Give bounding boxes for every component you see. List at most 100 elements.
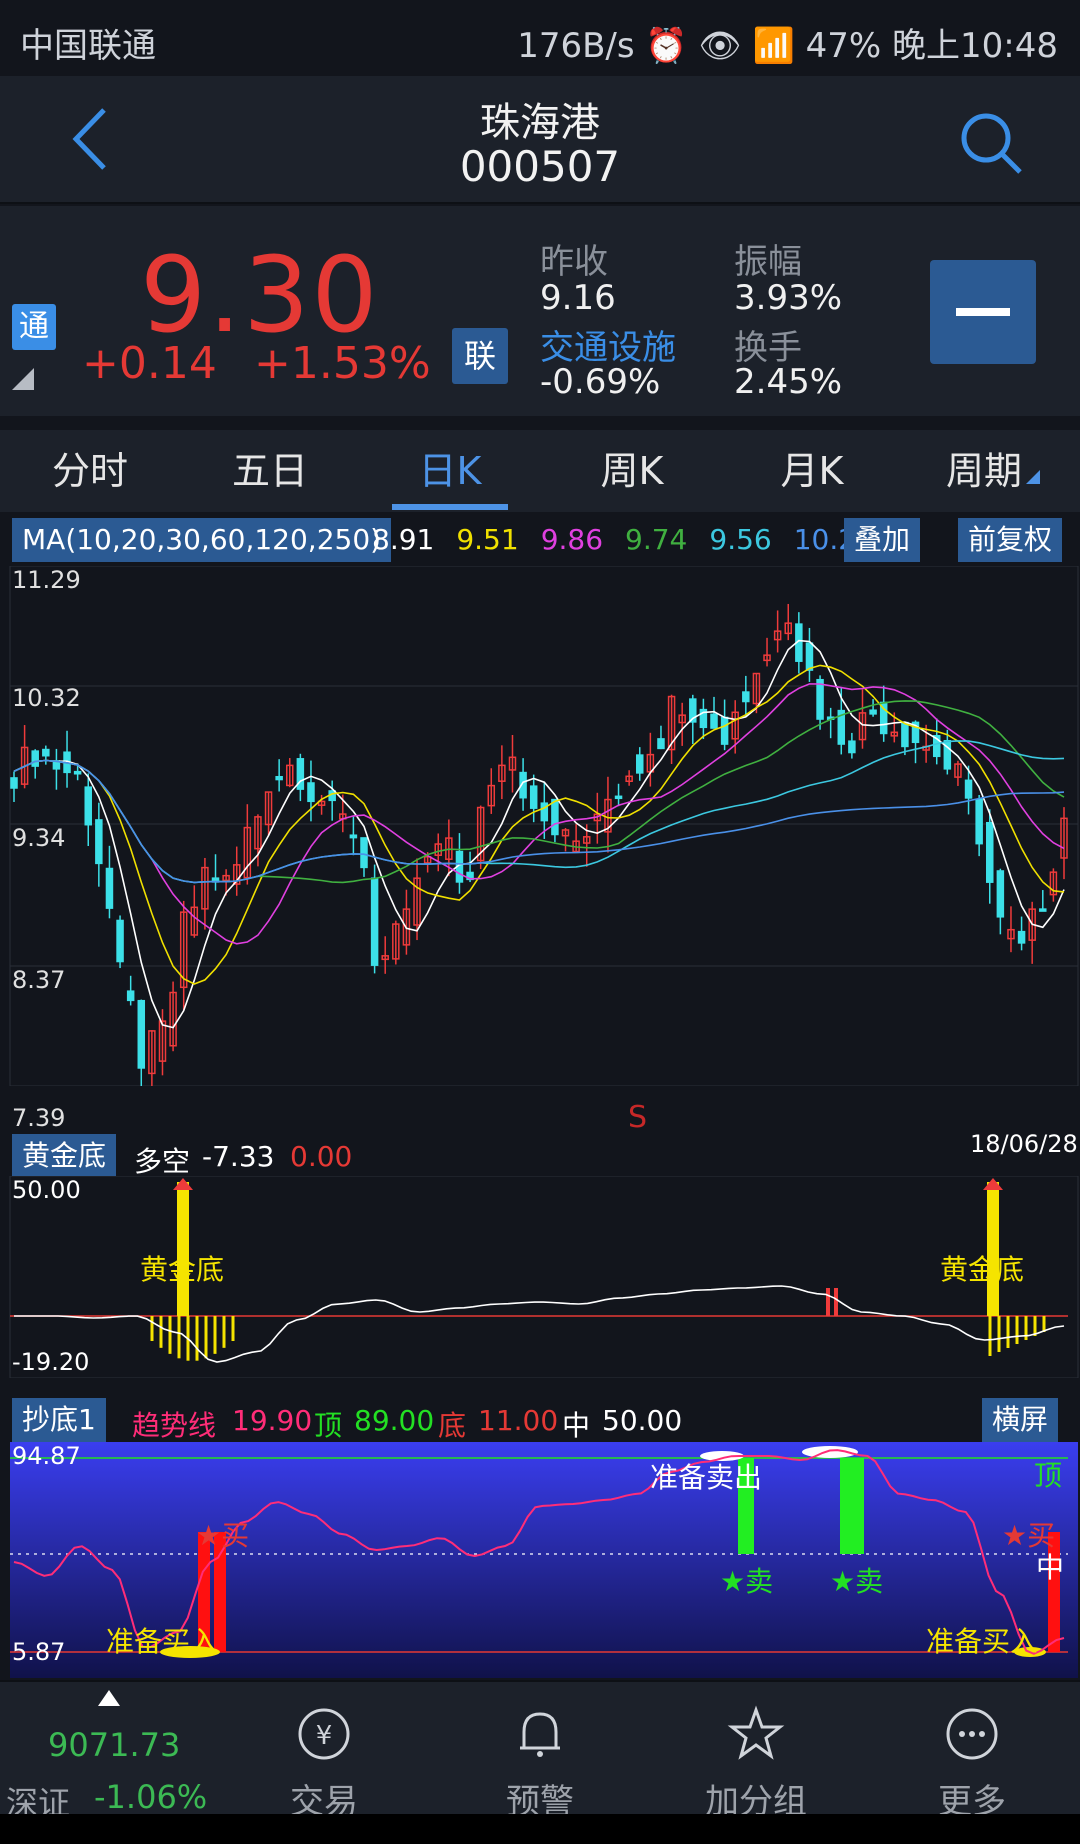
index-pct: -1.06% [94,1778,208,1816]
ma-value-4: 9.56 [709,523,772,556]
bottom-bar: 9071.73 深证 -1.06% ¥ 交易 预警 加分组 更多 [0,1680,1080,1822]
ind1-y-bottom: -19.20 [12,1348,90,1376]
ind1-y-top: 50.00 [12,1176,81,1204]
ind2-bottom-label: 底 [438,1409,467,1442]
y-tick-4: 8.37 [12,966,66,994]
index-widget[interactable]: 9071.73 深证 -1.06% [4,1682,208,1822]
tab-monthly-k[interactable]: 月K [752,440,872,495]
tab-five-day[interactable]: 五日 [210,440,330,495]
ind1-dk-value: -7.33 [202,1140,275,1173]
nav-more[interactable]: 更多 [892,1692,1052,1822]
remove-watchlist-button[interactable] [930,260,1036,364]
y-tick-3: 9.34 [12,824,66,852]
sell-annot-2: ★卖 [830,1565,884,1598]
tong-badge[interactable]: 通 [12,304,56,350]
candle-body [975,798,983,845]
up-triangle-icon [98,1690,120,1706]
tab-timeshare[interactable]: 分时 [30,440,150,495]
candle-body [126,990,135,1002]
candle-body [349,834,358,839]
nav-add-group[interactable]: 加分组 [676,1692,836,1822]
index-value: 9071.73 [48,1726,181,1764]
candle-body [901,721,909,748]
candle-body [105,867,114,909]
candle-body [529,785,538,809]
candle-body [614,795,623,800]
tab-period-label: 周期 [945,449,1022,493]
y-tick-bottom: 7.39 [12,1104,66,1132]
candle-body [636,754,644,774]
candle-body [307,782,315,803]
lian-badge[interactable]: 联 [452,328,508,384]
chart-area: MA(10,20,30,60,120,250) 8.91 9.51 9.86 9.74… [0,514,1080,1678]
ind1-annot-right: 黄金底 [940,1253,1025,1286]
candlestick-chart[interactable] [0,566,1080,1086]
prep-buy-annot-left: 准备买入 [106,1625,219,1658]
candle-body [42,748,50,757]
adjust-button[interactable]: 前复权 [958,518,1063,562]
tab-period[interactable]: 周期 [928,440,1058,495]
quote-panel: 通 9.30 +0.14 +1.53% 联 昨收 9.16 交通设施 -0.69… [0,206,1080,416]
candle-body [805,642,814,671]
minus-icon [956,308,1010,316]
candle-body [95,819,103,865]
tab-weekly-k[interactable]: 周K [572,440,692,495]
ind1-name[interactable]: 黄金底 [12,1134,117,1178]
period-tabs: 分时 五日 日K 周K 月K 周期 [0,430,1080,512]
candle-body [370,877,379,966]
overlay-button[interactable]: 叠加 [844,518,921,562]
ind2-green-bar-1 [840,1458,864,1554]
sell-label-2: 卖 [855,1565,884,1598]
candle-body [657,738,665,750]
candle-body [137,999,146,1069]
buy-annot-left: ★买 [196,1519,250,1552]
candle-body [816,678,824,720]
active-tab-underline [392,504,508,510]
candle-body [116,919,124,963]
candle-body [1017,930,1026,944]
ma-values: 8.91 9.51 9.86 9.74 9.56 10.23 [372,518,896,562]
ind2-mid-label: 中 [562,1409,591,1442]
ind2-top-value: 89.00 [354,1404,435,1437]
star-icon [727,1705,785,1760]
candle-body [10,777,18,789]
ma-value-3: 9.74 [625,523,688,556]
prep-buy-annot-right: 准备买入 [926,1625,1039,1658]
ind1-dk-value2: 0.00 [290,1140,353,1173]
candle-body [720,716,729,745]
price-change: +0.14 [82,338,217,389]
corner-triangle-icon [12,368,34,390]
prev-close-value: 9.16 [540,278,616,318]
tab-daily-k[interactable]: 日K [392,440,508,495]
ind2-name[interactable]: 抄底1 [12,1398,106,1442]
ind1-dk-label: 多空 [134,1145,191,1178]
svg-text:¥: ¥ [316,1721,333,1751]
more-icon [946,1708,998,1760]
candle-body [986,821,994,883]
system-nav-bar [0,1814,1080,1844]
candle-body [996,870,1005,918]
stock-code: 000507 [459,142,621,191]
prev-close-label: 昨收 [540,242,608,282]
ind2-y-top: 94.87 [12,1442,81,1470]
ind1-red-bar [826,1288,830,1316]
candle-body [73,770,82,775]
candle-body [84,786,92,826]
candle-body [710,713,718,729]
ind2-trend-value: 19.90 [232,1404,313,1437]
sector-change: -0.69% [540,362,661,402]
search-icon[interactable] [958,110,1024,176]
nav-trade[interactable]: ¥ 交易 [244,1692,404,1822]
candle-body [551,798,559,836]
landscape-button[interactable]: 横屏 [982,1398,1059,1442]
trade-icon: ¥ [298,1708,350,1760]
chart-date: 18/06/28 [970,1130,1078,1158]
sell-label-1: 卖 [745,1565,774,1598]
y-tick-top: 11.29 [12,566,81,594]
amplitude-value: 3.93% [734,278,843,318]
candle-body [1039,908,1047,912]
candle-body [742,691,750,703]
candle-body [275,775,283,781]
nav-alert[interactable]: 预警 [460,1692,620,1822]
ma-label[interactable]: MA(10,20,30,60,120,250) [12,518,392,562]
